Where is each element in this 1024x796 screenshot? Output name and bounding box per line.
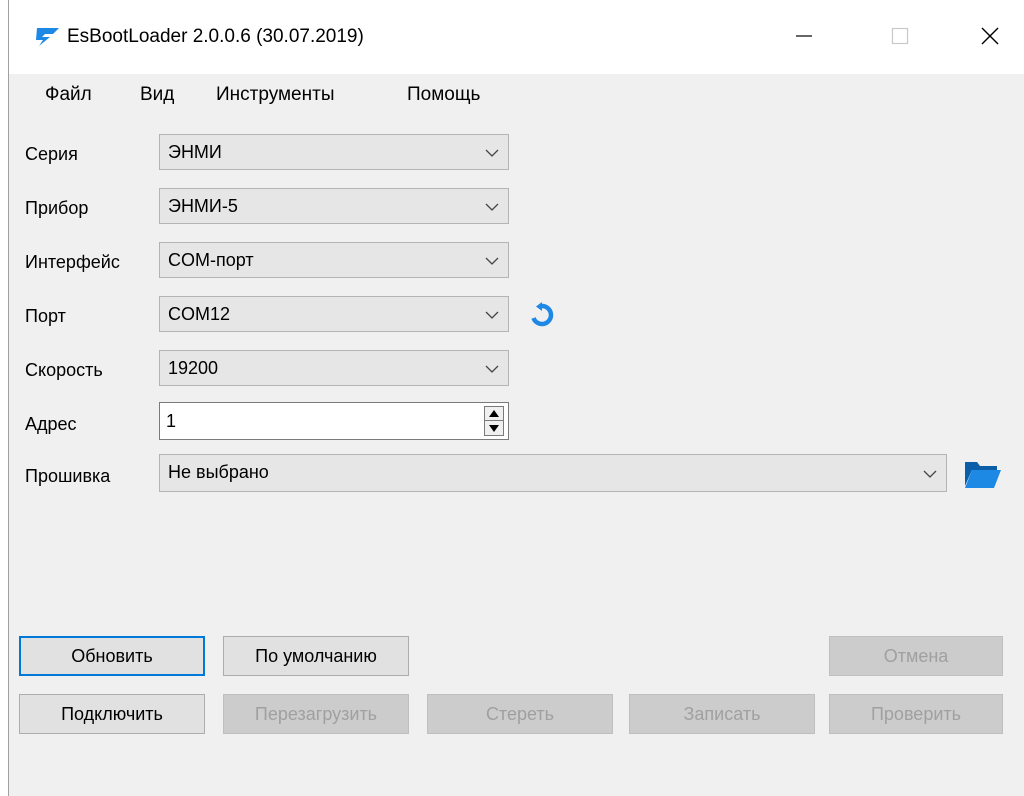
chevron-down-icon xyxy=(485,203,499,211)
chevron-down-icon xyxy=(923,470,937,478)
spin-up-button[interactable] xyxy=(485,407,503,421)
series-select[interactable]: ЭНМИ xyxy=(159,134,509,170)
folder-icon xyxy=(965,462,1001,488)
menu-tools[interactable]: Инструменты xyxy=(216,84,334,106)
spin-down-button[interactable] xyxy=(485,421,503,435)
device-label: Прибор xyxy=(25,198,89,218)
address-value[interactable]: 1 xyxy=(166,411,176,432)
address-spin-buttons xyxy=(484,406,504,436)
port-label: Порт xyxy=(25,306,66,326)
speed-select[interactable]: 19200 xyxy=(159,350,509,386)
menu-view[interactable]: Вид xyxy=(140,84,174,106)
device-value: ЭНМИ-5 xyxy=(168,196,238,216)
reboot-button[interactable]: Перезагрузить xyxy=(223,694,409,734)
open-firmware-button[interactable] xyxy=(961,456,1005,492)
erase-button[interactable]: Стереть xyxy=(427,694,613,734)
triangle-up-icon xyxy=(489,410,499,417)
refresh-ports-button[interactable] xyxy=(527,300,557,330)
cancel-button[interactable]: Отмена xyxy=(829,636,1003,676)
maximize-icon xyxy=(891,27,909,45)
firmware-select[interactable]: Не выбрано xyxy=(159,454,947,492)
write-button[interactable]: Записать xyxy=(629,694,815,734)
minimize-button[interactable] xyxy=(781,18,827,54)
minimize-icon xyxy=(796,35,812,37)
port-value: COM12 xyxy=(168,304,231,324)
chevron-down-icon xyxy=(485,311,499,319)
close-button[interactable] xyxy=(967,18,1013,54)
main-window: EsBootLoader 2.0.0.6 (30.07.2019) Файл В… xyxy=(8,0,1024,796)
series-value: ЭНМИ xyxy=(168,142,222,162)
interface-select[interactable]: COM-порт xyxy=(159,242,509,278)
interface-value: COM-порт xyxy=(168,250,254,270)
menu-file[interactable]: Файл xyxy=(45,84,92,106)
verify-button[interactable]: Проверить xyxy=(829,694,1003,734)
menu-help[interactable]: Помощь xyxy=(407,84,480,106)
address-label: Адрес xyxy=(25,414,77,434)
chevron-down-icon xyxy=(485,257,499,265)
refresh-button[interactable]: Обновить xyxy=(19,636,205,676)
connect-button[interactable]: Подключить xyxy=(19,694,205,734)
address-stepper[interactable]: 1 xyxy=(159,402,509,440)
speed-value: 19200 xyxy=(168,358,219,378)
firmware-value: Не выбрано xyxy=(168,462,269,482)
defaults-button[interactable]: По умолчанию xyxy=(223,636,409,676)
title-bar[interactable]: EsBootLoader 2.0.0.6 (30.07.2019) xyxy=(9,0,1024,74)
menu-bar: Файл Вид Инструменты Помощь xyxy=(9,74,1024,114)
window-title: EsBootLoader 2.0.0.6 (30.07.2019) xyxy=(67,26,364,47)
series-label: Серия xyxy=(25,144,78,164)
maximize-button[interactable] xyxy=(877,18,923,54)
speed-label: Скорость xyxy=(25,360,103,380)
chevron-down-icon xyxy=(485,365,499,373)
refresh-icon xyxy=(531,302,554,327)
bolt-logo-icon xyxy=(36,28,59,46)
port-select[interactable]: COM12 xyxy=(159,296,509,332)
close-icon xyxy=(981,27,999,45)
firmware-label: Прошивка xyxy=(25,466,111,486)
device-select[interactable]: ЭНМИ-5 xyxy=(159,188,509,224)
triangle-down-icon xyxy=(489,424,499,432)
interface-label: Интерфейс xyxy=(25,252,120,272)
chevron-down-icon xyxy=(485,149,499,157)
